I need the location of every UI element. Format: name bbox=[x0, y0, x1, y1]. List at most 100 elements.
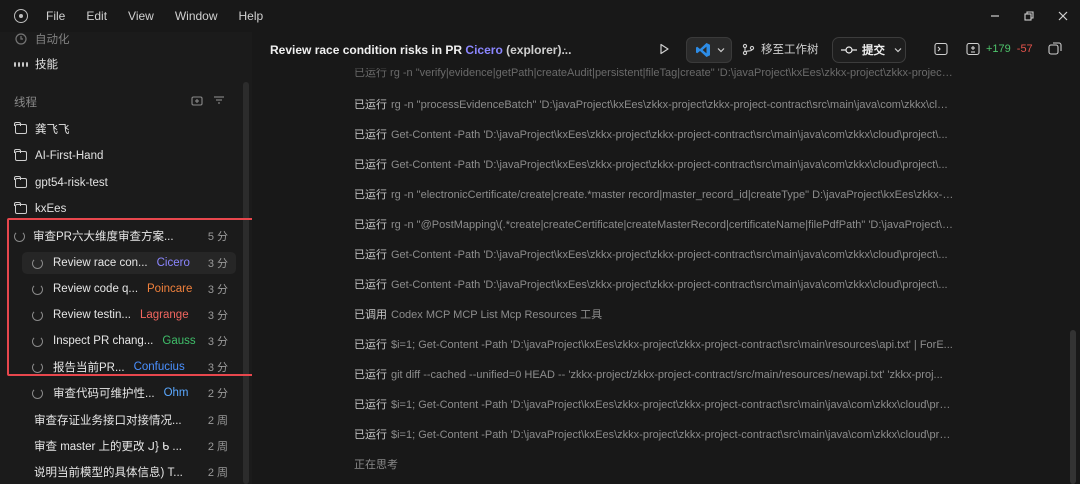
subagent-item[interactable]: 审查代码可维护性... Ohm 2 分 bbox=[22, 382, 236, 404]
log-line[interactable]: 已运行 Get-Content -Path 'D:\javaProject\kxE… bbox=[354, 246, 954, 262]
run-button[interactable] bbox=[658, 43, 670, 55]
log-verb: 已运行 bbox=[354, 159, 387, 171]
log-command: rg -n "electronicCertificate/create|crea… bbox=[391, 189, 954, 201]
main-scrollbar[interactable] bbox=[1070, 330, 1076, 484]
log-command: $i=1; Get-Content -Path 'D:\javaProject\… bbox=[391, 339, 953, 351]
subagent-item[interactable]: Review code q... Poincare 3 分 bbox=[22, 278, 236, 300]
log-line[interactable]: 已运行 git diff --cached --unified=0 HEAD --… bbox=[354, 366, 954, 382]
log-line[interactable]: 已运行 $i=1; Get-Content -Path 'D:\javaProje… bbox=[354, 396, 954, 412]
log-command: git diff --cached --unified=0 HEAD -- 'z… bbox=[391, 369, 943, 381]
subagent-item[interactable]: 报告当前PR... Confucius 3 分 bbox=[22, 356, 236, 378]
sidebar-item-skills[interactable]: 技能 bbox=[13, 53, 236, 75]
menu-view[interactable]: View bbox=[128, 9, 154, 23]
thread-title-header: Review race condition risks in PR Cicero… bbox=[270, 43, 571, 57]
folder-label: gpt54-risk-test bbox=[35, 177, 108, 189]
log-line[interactable]: 已运行 Get-Content -Path 'D:\javaProject\kxE… bbox=[354, 126, 954, 142]
folder-label: AI-First-Hand bbox=[35, 150, 104, 162]
loading-spinner-icon bbox=[32, 361, 43, 373]
thread-title: 说明当前模型的具体信息) T... bbox=[34, 467, 183, 479]
thread-time: 2 周 bbox=[207, 441, 228, 453]
sidebar-item-label: 自动化 bbox=[35, 34, 70, 46]
log-line[interactable]: 已调用 Codex MCP MCP List Mcp Resources 工具 bbox=[354, 306, 954, 322]
folder-label: kxEes bbox=[35, 203, 67, 215]
log-command: Get-Content -Path 'D:\javaProject\kxEes\… bbox=[391, 279, 948, 291]
terminal-button[interactable] bbox=[934, 42, 948, 56]
restore-button[interactable] bbox=[1012, 0, 1046, 32]
more-options-button[interactable]: ··· bbox=[552, 41, 568, 56]
close-icon bbox=[1058, 11, 1068, 21]
folder-item[interactable]: kxEes bbox=[14, 198, 236, 220]
subagent-time: 2 分 bbox=[207, 388, 228, 400]
folder-label: 龚飞飞 bbox=[35, 124, 70, 136]
log-command: Get-Content -Path 'D:\javaProject\kxEes\… bbox=[391, 249, 948, 261]
sidebar-item-automation[interactable]: 自动化 bbox=[14, 28, 236, 50]
folder-item[interactable]: 龚飞飞 bbox=[14, 118, 236, 140]
subagent-time: 3 分 bbox=[207, 284, 228, 296]
close-button[interactable] bbox=[1046, 0, 1080, 32]
log-command: rg -n "@PostMapping\(.*create|createCert… bbox=[391, 219, 954, 231]
diff-summary[interactable]: +179 -57 bbox=[966, 42, 1033, 56]
menu-file[interactable]: File bbox=[46, 9, 65, 23]
thread-item[interactable]: 审查 master 上的更改 ᒍ} ᑲ ... 2 周 bbox=[14, 435, 236, 457]
header-title-text: Review race condition risks in PR bbox=[270, 43, 463, 57]
log-command: $i=1; Get-Content -Path 'D:\javaProject\… bbox=[391, 429, 954, 441]
folder-icon bbox=[14, 175, 27, 190]
loading-spinner-icon bbox=[32, 309, 43, 321]
subagent-name: Lagrange bbox=[139, 309, 189, 321]
split-view-button[interactable] bbox=[1048, 42, 1062, 56]
subagent-item[interactable]: Inspect PR chang... Gauss 3 分 bbox=[22, 330, 236, 352]
log-line[interactable]: 已运行 $i=1; Get-Content -Path 'D:\javaProje… bbox=[354, 426, 954, 442]
diff-deletions: -57 bbox=[1016, 43, 1033, 55]
log-line-partial: 已运行 rg -n "verify|evidence|getPath|creat… bbox=[354, 68, 954, 79]
thread-title: 审查 master 上的更改 ᒍ} ᑲ ... bbox=[34, 441, 182, 453]
skills-icon bbox=[13, 58, 28, 71]
thread-item[interactable]: 说明当前模型的具体信息) T... 2 周 bbox=[14, 461, 236, 483]
diff-additions: +179 bbox=[986, 43, 1011, 55]
subagent-name: Ohm bbox=[163, 387, 189, 399]
log-line[interactable]: 已运行 Get-Content -Path 'D:\javaProject\kxE… bbox=[354, 156, 954, 172]
log-verb: 已运行 bbox=[354, 279, 387, 291]
log-verb: 已运行 bbox=[354, 369, 387, 381]
folder-icon bbox=[14, 121, 27, 136]
folder-item[interactable]: AI-First-Hand bbox=[14, 145, 236, 167]
main-panel: Review race condition risks in PR Cicero… bbox=[252, 32, 1080, 484]
thread-title: 审查PR六大维度审查方案... bbox=[33, 231, 174, 243]
sidebar-scrollbar[interactable] bbox=[243, 82, 249, 484]
chevron-down-icon bbox=[894, 48, 902, 53]
menu-edit[interactable]: Edit bbox=[86, 9, 107, 23]
move-to-worktree-button[interactable]: 移至工作树 bbox=[742, 41, 819, 57]
log-line[interactable]: 已运行 rg -n "electronicCertificate/create|c… bbox=[354, 186, 954, 202]
commit-button[interactable]: 提交 bbox=[832, 37, 906, 63]
new-folder-icon[interactable] bbox=[191, 94, 203, 106]
log-command: Get-Content -Path 'D:\javaProject\kxEes\… bbox=[391, 129, 948, 141]
thread-item-parent[interactable]: 审查PR六大维度审查方案... 5 分 bbox=[14, 225, 236, 247]
play-icon bbox=[660, 43, 669, 55]
branch-icon bbox=[742, 43, 755, 55]
menu-help[interactable]: Help bbox=[239, 9, 264, 23]
log-verb: 已运行 bbox=[354, 129, 387, 141]
open-in-vscode-button[interactable] bbox=[686, 37, 732, 63]
thinking-status: 正在思考 bbox=[354, 459, 398, 471]
subagent-item[interactable]: Review race con... Cicero 3 分 bbox=[22, 252, 236, 274]
diff-icon bbox=[966, 42, 980, 56]
terminal-icon bbox=[934, 42, 948, 56]
minimize-button[interactable] bbox=[978, 0, 1012, 32]
threads-section-actions bbox=[191, 94, 225, 106]
log-line[interactable]: 已运行 Get-Content -Path 'D:\javaProject\kxE… bbox=[354, 276, 954, 292]
chevron-down-icon bbox=[717, 48, 725, 53]
commit-icon bbox=[841, 46, 857, 54]
thread-item[interactable]: 审查存证业务接口对接情况... 2 周 bbox=[14, 409, 236, 431]
threads-section-title: 线程 bbox=[14, 97, 37, 109]
filter-icon[interactable] bbox=[213, 94, 225, 106]
subagent-title: 审查代码可维护性... bbox=[53, 388, 155, 400]
log-verb: 已运行 bbox=[354, 189, 387, 201]
subagent-item[interactable]: Review testin... Lagrange 3 分 bbox=[22, 304, 236, 326]
log-command: rg -n "processEvidenceBatch" 'D:\javaPro… bbox=[391, 99, 954, 111]
log-line[interactable]: 已运行 $i=1; Get-Content -Path 'D:\javaProje… bbox=[354, 336, 954, 352]
menu-window[interactable]: Window bbox=[175, 9, 218, 23]
log-verb: 已运行 bbox=[354, 219, 387, 231]
log-line[interactable]: 已运行 rg -n "@PostMapping\(.*create|createC… bbox=[354, 216, 954, 232]
folder-item[interactable]: gpt54-risk-test bbox=[14, 172, 236, 194]
log-line[interactable]: 已运行 rg -n "processEvidenceBatch" 'D:\java… bbox=[354, 96, 954, 112]
subagent-title: Inspect PR chang... bbox=[53, 335, 154, 347]
